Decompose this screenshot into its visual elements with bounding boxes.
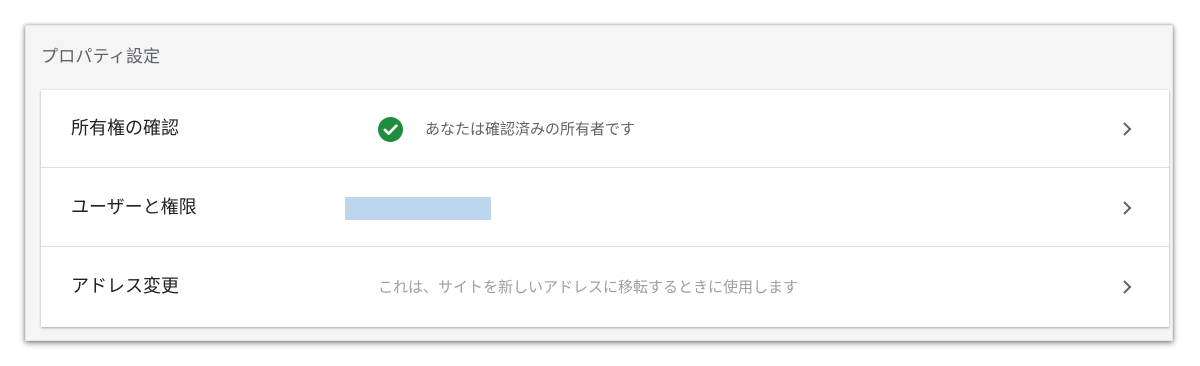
change-of-address-description: これは、サイトを新しいアドレスに移転するときに使用します <box>378 278 799 296</box>
row-users-permissions[interactable]: ユーザーと権限 <box>41 169 1169 247</box>
row-label-change-of-address: アドレス変更 <box>71 276 179 297</box>
ownership-status-text: あなたは確認済みの所有者です <box>425 120 636 138</box>
row-label-users-permissions: ユーザーと権限 <box>71 197 197 218</box>
row-ownership-verification[interactable]: 所有権の確認 あなたは確認済みの所有者です <box>41 90 1169 168</box>
section-title: プロパティ設定 <box>41 47 161 67</box>
check-circle-icon <box>378 117 403 142</box>
redacted-value <box>345 197 491 220</box>
chevron-right-icon[interactable] <box>1121 200 1133 216</box>
settings-card: 所有権の確認 あなたは確認済みの所有者です ユーザーと権限 アドレス変更 これは… <box>41 90 1169 327</box>
row-change-of-address[interactable]: アドレス変更 これは、サイトを新しいアドレスに移転するときに使用します <box>41 248 1169 327</box>
row-label-ownership: 所有権の確認 <box>71 118 179 139</box>
chevron-right-icon[interactable] <box>1121 121 1133 137</box>
chevron-right-icon[interactable] <box>1121 279 1133 295</box>
property-settings-panel: プロパティ設定 所有権の確認 あなたは確認済みの所有者です ユーザーと権限 アド… <box>25 25 1173 341</box>
